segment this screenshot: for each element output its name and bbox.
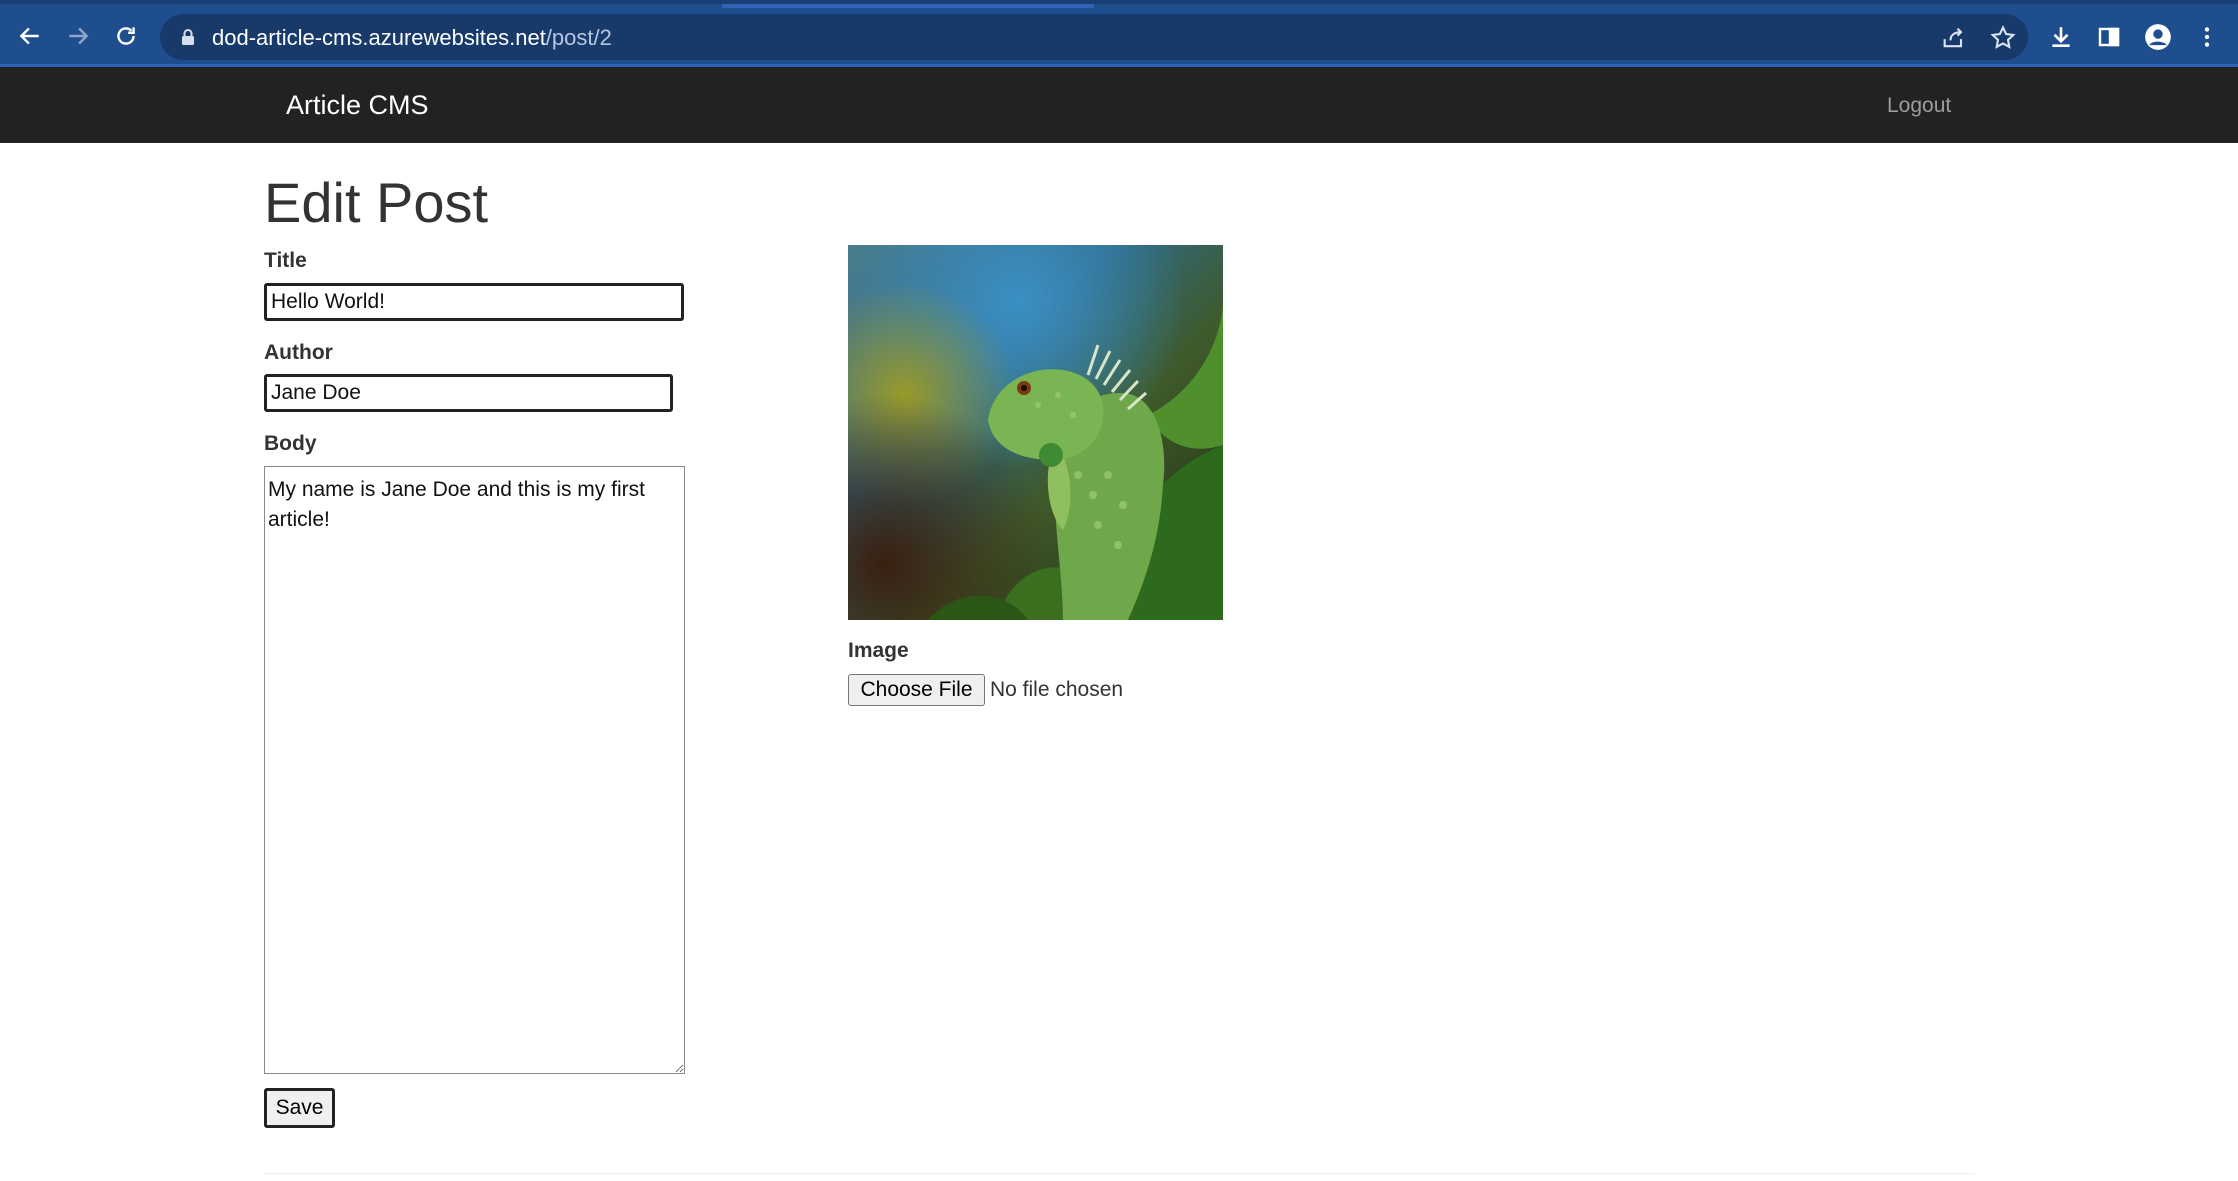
page-title: Edit Post <box>264 171 489 234</box>
file-status-text: No file chosen <box>990 678 1124 701</box>
address-bar[interactable]: dod-article-cms.azurewebsites.net/post/2 <box>160 14 2028 60</box>
download-icon[interactable] <box>2046 22 2076 52</box>
active-tab-indicator <box>722 4 1094 8</box>
back-icon[interactable] <box>12 18 48 54</box>
title-label: Title <box>264 249 307 272</box>
lock-icon[interactable] <box>180 28 196 46</box>
body-label: Body <box>264 432 317 455</box>
logout-link[interactable]: Logout <box>1887 94 1951 118</box>
browser-toolbar: dod-article-cms.azurewebsites.net/post/2 <box>0 0 2238 67</box>
bookmark-star-icon[interactable] <box>1989 24 2017 52</box>
body-textarea[interactable]: My name is Jane Doe and this is my first… <box>264 466 685 1074</box>
author-label: Author <box>264 341 333 364</box>
title-input[interactable] <box>264 283 684 321</box>
share-icon[interactable] <box>1940 24 1968 52</box>
profile-avatar-icon[interactable] <box>2143 22 2173 52</box>
save-button[interactable]: Save <box>264 1088 335 1128</box>
url-path: /post/2 <box>545 25 612 50</box>
brand-link[interactable]: Article CMS <box>286 90 429 121</box>
url-text[interactable]: dod-article-cms.azurewebsites.net/post/2 <box>212 25 612 51</box>
url-host: dod-article-cms.azurewebsites.net <box>212 25 546 50</box>
post-image-preview <box>848 245 1223 620</box>
image-label: Image <box>848 639 909 662</box>
forward-icon[interactable] <box>60 18 96 54</box>
side-panel-icon[interactable] <box>2094 22 2124 52</box>
site-navbar: Article CMS Logout <box>0 67 2238 143</box>
more-menu-icon[interactable] <box>2192 22 2222 52</box>
author-input[interactable] <box>264 374 673 412</box>
footer-divider <box>264 1173 1974 1174</box>
reload-icon[interactable] <box>108 18 144 54</box>
choose-file-button[interactable]: Choose File <box>848 674 985 706</box>
